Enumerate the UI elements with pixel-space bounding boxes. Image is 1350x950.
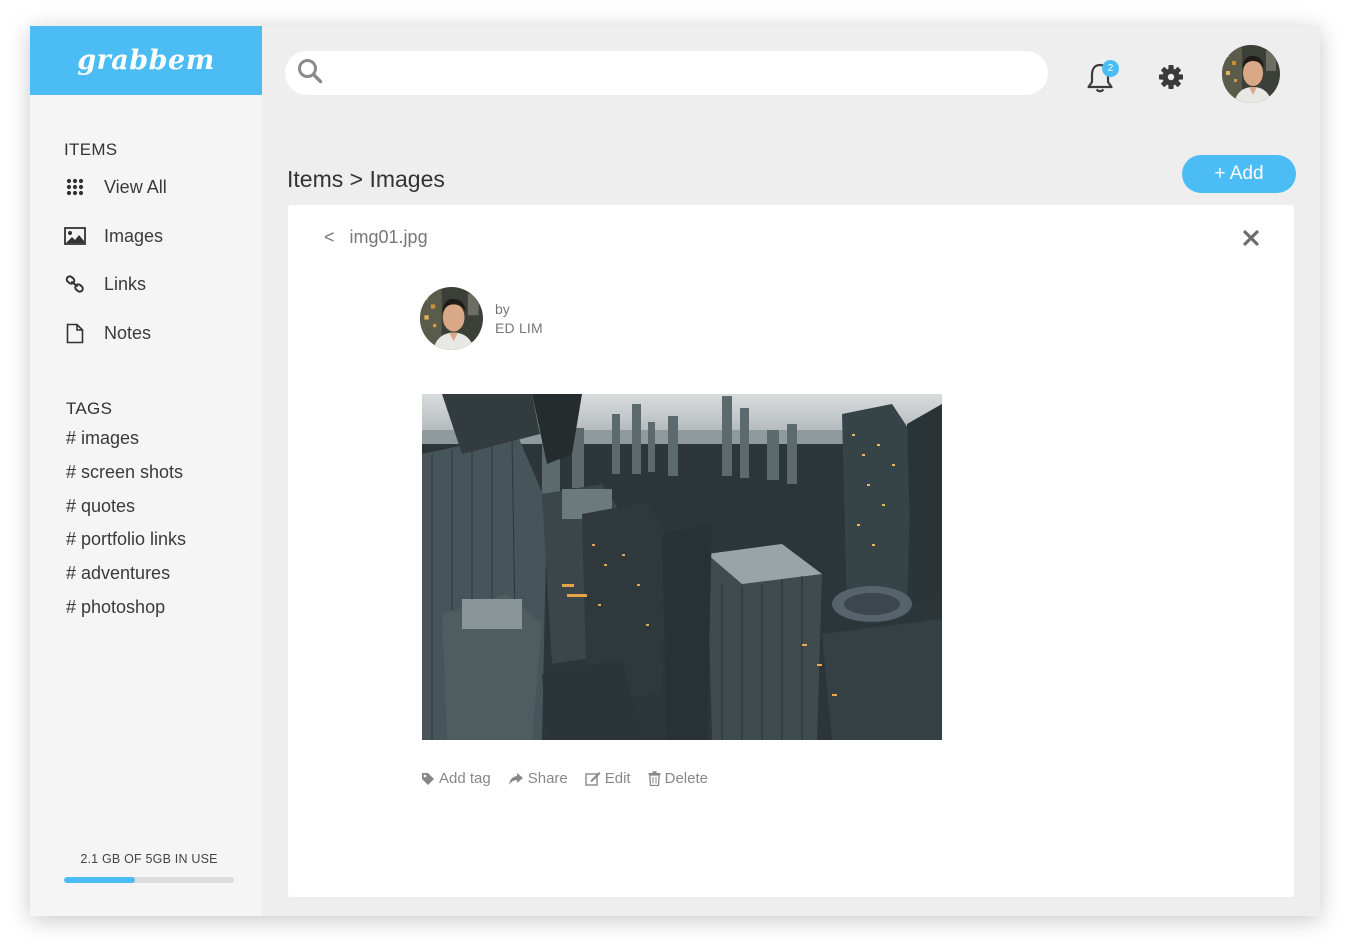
delete-button[interactable]: Delete bbox=[648, 770, 708, 787]
author-avatar[interactable] bbox=[420, 287, 483, 350]
link-icon bbox=[64, 273, 86, 295]
by-label: by bbox=[495, 301, 510, 317]
sidebar-item-images[interactable]: Images bbox=[64, 222, 163, 250]
note-icon bbox=[64, 322, 86, 344]
edit-button[interactable]: Edit bbox=[585, 770, 631, 787]
notification-count-badge: 2 bbox=[1102, 60, 1119, 77]
sidebar: grabbem ITEMS View All Images Links Note… bbox=[30, 26, 262, 916]
close-icon[interactable] bbox=[1242, 229, 1260, 247]
sidebar-item-view-all[interactable]: View All bbox=[64, 173, 167, 201]
file-name: img01.jpg bbox=[349, 227, 428, 247]
item-actions: Add tag Share Edit Delete bbox=[421, 770, 725, 787]
tags-section-title: TAGS bbox=[66, 399, 113, 418]
tag-icon bbox=[422, 772, 434, 785]
storage-usage-fill bbox=[64, 877, 136, 883]
search-bar[interactable] bbox=[285, 51, 1048, 95]
tag-quotes[interactable]: # quotes bbox=[66, 496, 135, 517]
item-image[interactable] bbox=[422, 394, 942, 740]
edit-icon bbox=[585, 772, 601, 786]
delete-label: Delete bbox=[664, 770, 708, 787]
tag-photoshop[interactable]: # photoshop bbox=[66, 597, 165, 618]
app-window: grabbem ITEMS View All Images Links Note… bbox=[30, 26, 1320, 916]
items-section-title: ITEMS bbox=[64, 140, 118, 159]
sidebar-item-label: Links bbox=[104, 273, 147, 294]
app-logo[interactable]: grabbem bbox=[30, 26, 262, 95]
back-button[interactable]: < img01.jpg bbox=[324, 227, 438, 248]
storage-usage-bar bbox=[64, 877, 234, 883]
sidebar-item-label: View All bbox=[104, 176, 167, 197]
search-icon bbox=[297, 58, 323, 89]
author-name[interactable]: ED LIM bbox=[495, 320, 543, 336]
sidebar-item-label: Images bbox=[104, 225, 164, 246]
sidebar-item-notes[interactable]: Notes bbox=[64, 319, 151, 347]
storage-usage-label: 2.1 GB OF 5GB IN USE bbox=[80, 852, 218, 866]
add-button[interactable]: + Add bbox=[1182, 155, 1296, 193]
settings-gear-icon[interactable] bbox=[1158, 64, 1184, 90]
user-avatar[interactable] bbox=[1222, 45, 1280, 103]
share-button[interactable]: Share bbox=[508, 770, 568, 787]
tag-portfolio-links[interactable]: # portfolio links bbox=[66, 529, 186, 550]
trash-icon bbox=[648, 771, 661, 786]
share-icon bbox=[508, 772, 523, 785]
chevron-left-icon: < bbox=[324, 227, 335, 247]
sidebar-item-links[interactable]: Links bbox=[64, 270, 146, 298]
image-icon bbox=[64, 225, 86, 247]
grid-icon bbox=[64, 176, 86, 198]
edit-label: Edit bbox=[604, 770, 631, 787]
breadcrumb: Items > Images bbox=[287, 166, 445, 192]
sidebar-item-label: Notes bbox=[104, 322, 152, 343]
tag-screen-shots[interactable]: # screen shots bbox=[66, 462, 183, 483]
add-tag-button[interactable]: Add tag bbox=[421, 770, 491, 787]
tag-images[interactable]: # images bbox=[66, 428, 139, 449]
add-tag-label: Add tag bbox=[439, 770, 491, 787]
search-input[interactable] bbox=[333, 64, 1048, 82]
item-detail-card: < img01.jpg by ED LIM Add tag Share Edit… bbox=[288, 205, 1294, 897]
tag-adventures[interactable]: # adventures bbox=[66, 563, 170, 584]
share-label: Share bbox=[527, 770, 568, 787]
